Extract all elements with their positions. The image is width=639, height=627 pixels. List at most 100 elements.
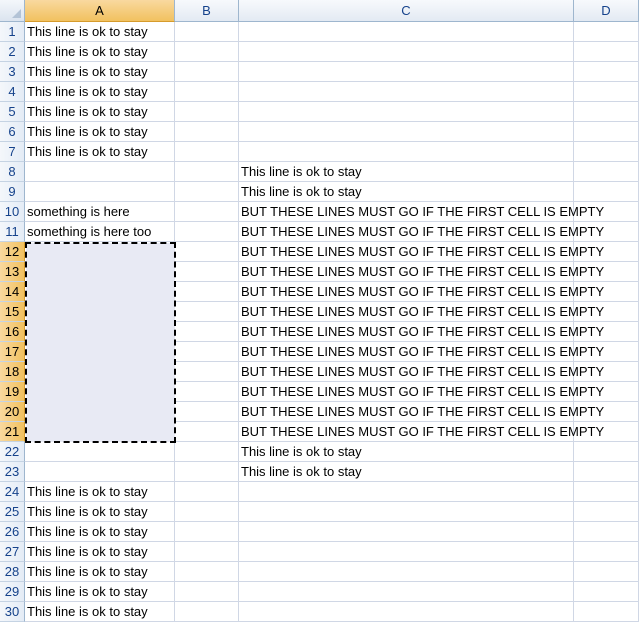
cell-c[interactable] [239,62,574,81]
cell-a[interactable]: This line is ok to stay [25,522,175,541]
cell-c[interactable]: BUT THESE LINES MUST GO IF THE FIRST CEL… [239,382,604,401]
cell-d[interactable] [574,562,639,581]
cell-c[interactable] [239,482,574,501]
cell-b[interactable] [175,202,239,221]
cell-d[interactable] [574,22,639,41]
row-header[interactable]: 19 [0,382,25,402]
cell-d[interactable] [574,442,639,461]
cell-a[interactable]: This line is ok to stay [25,502,175,521]
cell-c[interactable] [239,502,574,521]
cell-a[interactable]: This line is ok to stay [25,582,175,601]
row-header[interactable]: 3 [0,62,25,82]
cell-a[interactable]: This line is ok to stay [25,62,175,81]
cell-b[interactable] [175,562,239,581]
cell-b[interactable] [175,522,239,541]
row-header[interactable]: 30 [0,602,25,622]
cell-b[interactable] [175,422,239,441]
cell-a[interactable]: This line is ok to stay [25,122,175,141]
row-header[interactable]: 29 [0,582,25,602]
cell-b[interactable] [175,462,239,481]
cell-d[interactable] [574,522,639,541]
cell-c[interactable]: BUT THESE LINES MUST GO IF THE FIRST CEL… [239,362,604,381]
cell-a[interactable]: This line is ok to stay [25,82,175,101]
row-header[interactable]: 20 [0,402,25,422]
cell-b[interactable] [175,262,239,281]
cell-c[interactable]: This line is ok to stay [239,442,574,461]
column-header-d[interactable]: D [574,0,639,22]
cell-d[interactable] [574,602,639,621]
cell-c[interactable]: BUT THESE LINES MUST GO IF THE FIRST CEL… [239,402,604,421]
row-header[interactable]: 25 [0,502,25,522]
row-header[interactable]: 11 [0,222,25,242]
row-header[interactable]: 22 [0,442,25,462]
cell-d[interactable] [574,122,639,141]
cell-c[interactable] [239,522,574,541]
cell-b[interactable] [175,42,239,61]
cell-a[interactable]: This line is ok to stay [25,22,175,41]
cell-b[interactable] [175,122,239,141]
row-header[interactable]: 17 [0,342,25,362]
cell-c[interactable]: BUT THESE LINES MUST GO IF THE FIRST CEL… [239,262,604,281]
cell-c[interactable] [239,562,574,581]
cell-c[interactable]: BUT THESE LINES MUST GO IF THE FIRST CEL… [239,422,604,441]
cell-c[interactable] [239,42,574,61]
row-header[interactable]: 27 [0,542,25,562]
row-header[interactable]: 23 [0,462,25,482]
row-header[interactable]: 10 [0,202,25,222]
cell-a[interactable] [25,442,175,461]
cell-b[interactable] [175,142,239,161]
row-header[interactable]: 4 [0,82,25,102]
cell-b[interactable] [175,382,239,401]
cell-a[interactable]: This line is ok to stay [25,562,175,581]
cell-c[interactable] [239,102,574,121]
row-header[interactable]: 24 [0,482,25,502]
row-header[interactable]: 1 [0,22,25,42]
cell-a[interactable] [25,162,175,181]
cell-c[interactable] [239,122,574,141]
cell-a[interactable]: something is here [25,202,175,221]
cell-b[interactable] [175,162,239,181]
cell-d[interactable] [574,142,639,161]
cell-b[interactable] [175,182,239,201]
cell-b[interactable] [175,542,239,561]
cell-d[interactable] [574,462,639,481]
cell-c[interactable] [239,82,574,101]
row-header[interactable]: 21 [0,422,25,442]
cell-b[interactable] [175,502,239,521]
row-header[interactable]: 5 [0,102,25,122]
cell-c[interactable] [239,22,574,41]
cell-a[interactable]: This line is ok to stay [25,602,175,621]
cell-d[interactable] [574,82,639,101]
cell-b[interactable] [175,82,239,101]
column-header-c[interactable]: C [239,0,574,22]
cell-d[interactable] [574,62,639,81]
row-header[interactable]: 18 [0,362,25,382]
cell-a[interactable]: something is here too [25,222,175,241]
cell-b[interactable] [175,102,239,121]
cell-d[interactable] [574,42,639,61]
cell-b[interactable] [175,302,239,321]
cell-c[interactable]: BUT THESE LINES MUST GO IF THE FIRST CEL… [239,342,604,361]
cell-c[interactable] [239,582,574,601]
row-header[interactable]: 9 [0,182,25,202]
cell-c[interactable]: BUT THESE LINES MUST GO IF THE FIRST CEL… [239,302,604,321]
cell-b[interactable] [175,242,239,261]
row-header[interactable]: 15 [0,302,25,322]
row-header[interactable]: 16 [0,322,25,342]
cell-b[interactable] [175,442,239,461]
cell-a[interactable]: This line is ok to stay [25,482,175,501]
cell-b[interactable] [175,482,239,501]
cell-b[interactable] [175,22,239,41]
cell-b[interactable] [175,62,239,81]
cell-d[interactable] [574,542,639,561]
column-header-b[interactable]: B [175,0,239,22]
cell-c[interactable]: BUT THESE LINES MUST GO IF THE FIRST CEL… [239,242,604,261]
cell-c[interactable] [239,602,574,621]
cell-c[interactable]: BUT THESE LINES MUST GO IF THE FIRST CEL… [239,202,604,221]
cell-b[interactable] [175,222,239,241]
cell-d[interactable] [574,102,639,121]
cell-d[interactable] [574,182,639,201]
cell-c[interactable]: This line is ok to stay [239,462,574,481]
cell-d[interactable] [574,502,639,521]
row-header[interactable]: 14 [0,282,25,302]
